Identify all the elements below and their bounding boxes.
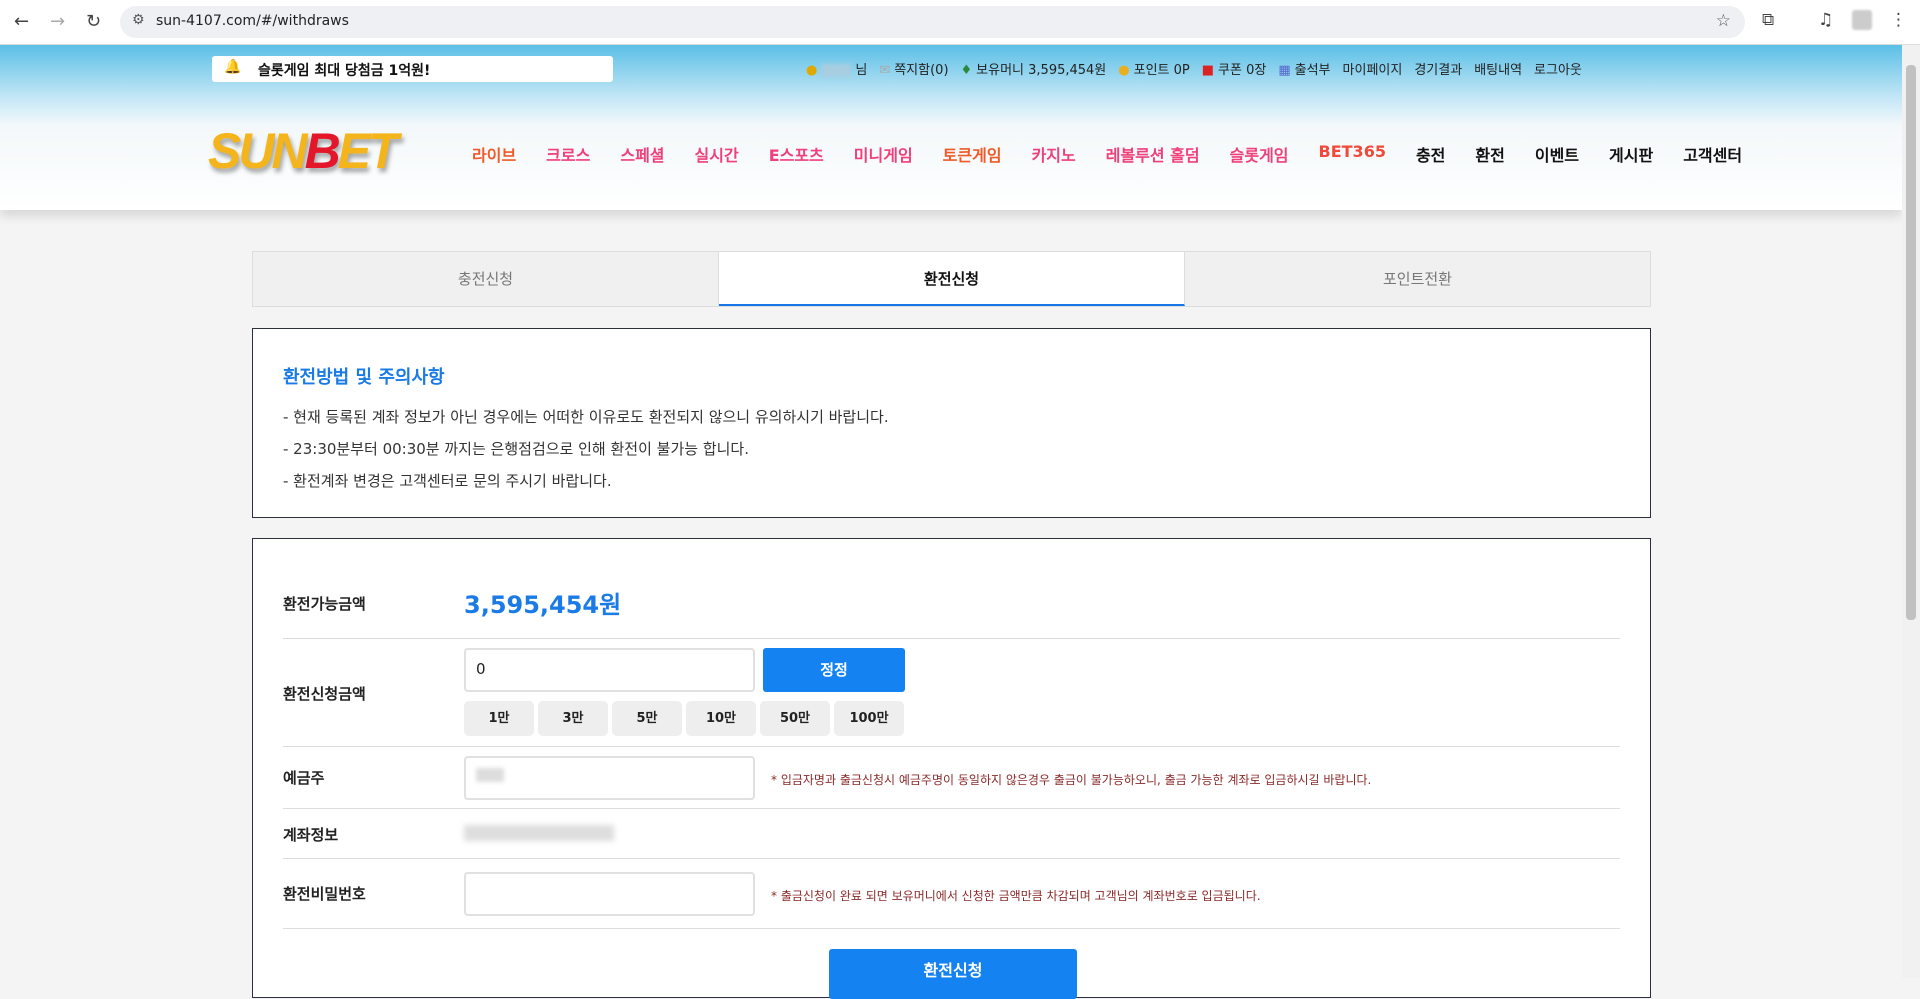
results-link[interactable]: 경기결과 (1414, 59, 1462, 78)
coupon-icon: ■ (1201, 63, 1215, 78)
quick-amount-button[interactable]: 100만 (834, 701, 904, 736)
available-amount: 3,595,454원 (464, 591, 622, 619)
tab-bar: 충전신청 환전신청 포인트전환 (252, 251, 1651, 307)
notice-line: - 23:30분부터 00:30분 까지는 은행점검으로 인해 환전이 불가능 … (283, 440, 749, 458)
attendance-link[interactable]: ▦ 출석부 (1278, 59, 1330, 78)
nav-item[interactable]: 카지노 (1032, 142, 1076, 166)
nav-item[interactable]: 고객센터 (1683, 142, 1742, 166)
quick-amount-button[interactable]: 5만 (612, 701, 682, 736)
profile-avatar[interactable] (1852, 10, 1872, 30)
address-bar[interactable]: ⚙ sun-4107.com/#/withdraws ☆ (120, 6, 1745, 38)
forward-icon[interactable]: → (50, 11, 65, 32)
nav-item[interactable]: 이벤트 (1535, 142, 1579, 166)
withdraw-form: 환전가능금액 3,595,454원 환전신청금액 0 정정 1만 3만 5만 1… (252, 538, 1651, 999)
balance: ♦ 보유머니 3,595,454원 (960, 63, 1107, 78)
nav-item[interactable]: E스포츠 (769, 142, 824, 166)
reload-icon[interactable]: ↻ (86, 11, 101, 32)
nav-item[interactable]: 게시판 (1609, 142, 1653, 166)
scrollbar[interactable] (1902, 45, 1920, 978)
back-icon[interactable]: ← (14, 11, 29, 32)
holder-input[interactable] (464, 756, 755, 800)
nav-item[interactable]: 토큰게임 (943, 142, 1002, 166)
quick-amount-button[interactable]: 3만 (538, 701, 608, 736)
nav-item[interactable]: 실시간 (695, 142, 739, 166)
site-info-icon[interactable]: ⚙ (132, 12, 145, 28)
quick-amount-button[interactable]: 1만 (464, 701, 534, 736)
nav-item[interactable]: 미니게임 (854, 142, 913, 166)
nav-item[interactable]: 스페셜 (620, 142, 664, 166)
tab-point-convert[interactable]: 포인트전환 (1185, 252, 1650, 306)
sunbet-logo[interactable]: SUNBET (208, 122, 399, 180)
nav-item[interactable]: 충전 (1416, 142, 1445, 166)
main-nav: 라이브 크로스 스페셜 실시간 E스포츠 미니게임 토큰게임 카지노 레볼루션 홀덤 슬롯게임 BE… (472, 142, 1772, 166)
bet-history-link[interactable]: 배팅내역 (1474, 59, 1522, 78)
nav-item[interactable]: 크로스 (546, 142, 590, 166)
menu-icon[interactable]: ⋮ (1890, 10, 1907, 30)
notice-line: - 현재 등록된 계좌 정보가 아닌 경우에는 어떠한 이유로도 환전되지 않으… (283, 408, 889, 426)
browser-toolbar: ← → ↻ ⚙ sun-4107.com/#/withdraws ☆ ⧉ ♫ ⋮ (0, 0, 1920, 45)
coins-icon: ● (1118, 63, 1130, 78)
tab-deposit[interactable]: 충전신청 (253, 252, 719, 306)
messages-link[interactable]: ✉ 쪽지함(0) (879, 59, 948, 78)
nav-item[interactable]: 레볼루션 홀덤 (1106, 142, 1200, 166)
notice-title: 환전방법 및 주의사항 (283, 367, 445, 388)
notice-bar: 🔔 슬롯게임 최대 당첨금 1억원! (212, 56, 613, 82)
password-input[interactable] (464, 872, 755, 916)
bell-icon: 🔔 (224, 59, 242, 75)
quick-amount-button[interactable]: 10만 (686, 701, 756, 736)
user-info: ● 님 (806, 63, 868, 78)
submit-withdraw-button[interactable]: 환전신청 (829, 949, 1077, 999)
password-row: 환전비밀번호 * 출금신청이 완료 되면 보유머니에서 신청한 금액만큼 차감되… (283, 859, 1620, 929)
nav-item[interactable]: BET365 (1319, 142, 1386, 166)
notice-line: - 환전계좌 변경은 고객센터로 문의 주시기 바랍니다. (283, 472, 612, 490)
account-row: 계좌정보 (283, 809, 1620, 859)
nav-item[interactable]: 라이브 (472, 142, 516, 166)
notice-panel: 환전방법 및 주의사항 - 현재 등록된 계좌 정보가 아닌 경우에는 어떠한 … (252, 328, 1651, 518)
coupon-link[interactable]: ■ 쿠폰 0장 (1202, 59, 1267, 78)
nav-item[interactable]: 슬롯게임 (1230, 142, 1289, 166)
scrollbar-thumb[interactable] (1906, 65, 1916, 620)
tab-withdraw[interactable]: 환전신청 (719, 252, 1185, 306)
envelope-icon: ✉ (879, 63, 891, 78)
top-menu: ● 님 ✉ 쪽지함(0) ♦ 보유머니 3,595,454원 ● 포인트 0P ■ 쿠폰 … (806, 59, 1582, 78)
quick-amount-button[interactable]: 50만 (760, 701, 830, 736)
site-header: 🔔 슬롯게임 최대 당첨금 1억원! ● 님 ✉ 쪽지함(0) ♦ 보유머니 3,595… (0, 45, 1902, 210)
quick-amounts: 1만 3만 5만 10만 50만 100만 (464, 701, 904, 736)
bookmark-star-icon[interactable]: ☆ (1716, 11, 1731, 31)
account-info-value (464, 825, 614, 841)
amount-row: 환전신청금액 0 정정 1만 3만 5만 10만 50만 100만 (283, 639, 1620, 747)
calendar-icon: ▦ (1278, 63, 1291, 78)
media-icon[interactable]: ♫ (1818, 10, 1833, 30)
money-bag-icon: ♦ (960, 63, 973, 78)
amount-input[interactable]: 0 (464, 648, 755, 692)
points-link[interactable]: ● 포인트 0P (1118, 59, 1189, 78)
holder-row: 예금주 * 입금자명과 출금신청시 예금주명이 동일하지 않은경우 출금이 불가… (283, 747, 1620, 809)
extensions-icon[interactable]: ⧉ (1762, 10, 1774, 30)
logout-link[interactable]: 로그아웃 (1534, 59, 1582, 78)
available-row: 환전가능금액 3,595,454원 (283, 539, 1620, 639)
nav-item[interactable]: 환전 (1475, 142, 1504, 166)
mypage-link[interactable]: 마이페이지 (1343, 59, 1403, 78)
level-badge-icon: ● (806, 63, 818, 78)
reset-button[interactable]: 정정 (763, 648, 905, 692)
